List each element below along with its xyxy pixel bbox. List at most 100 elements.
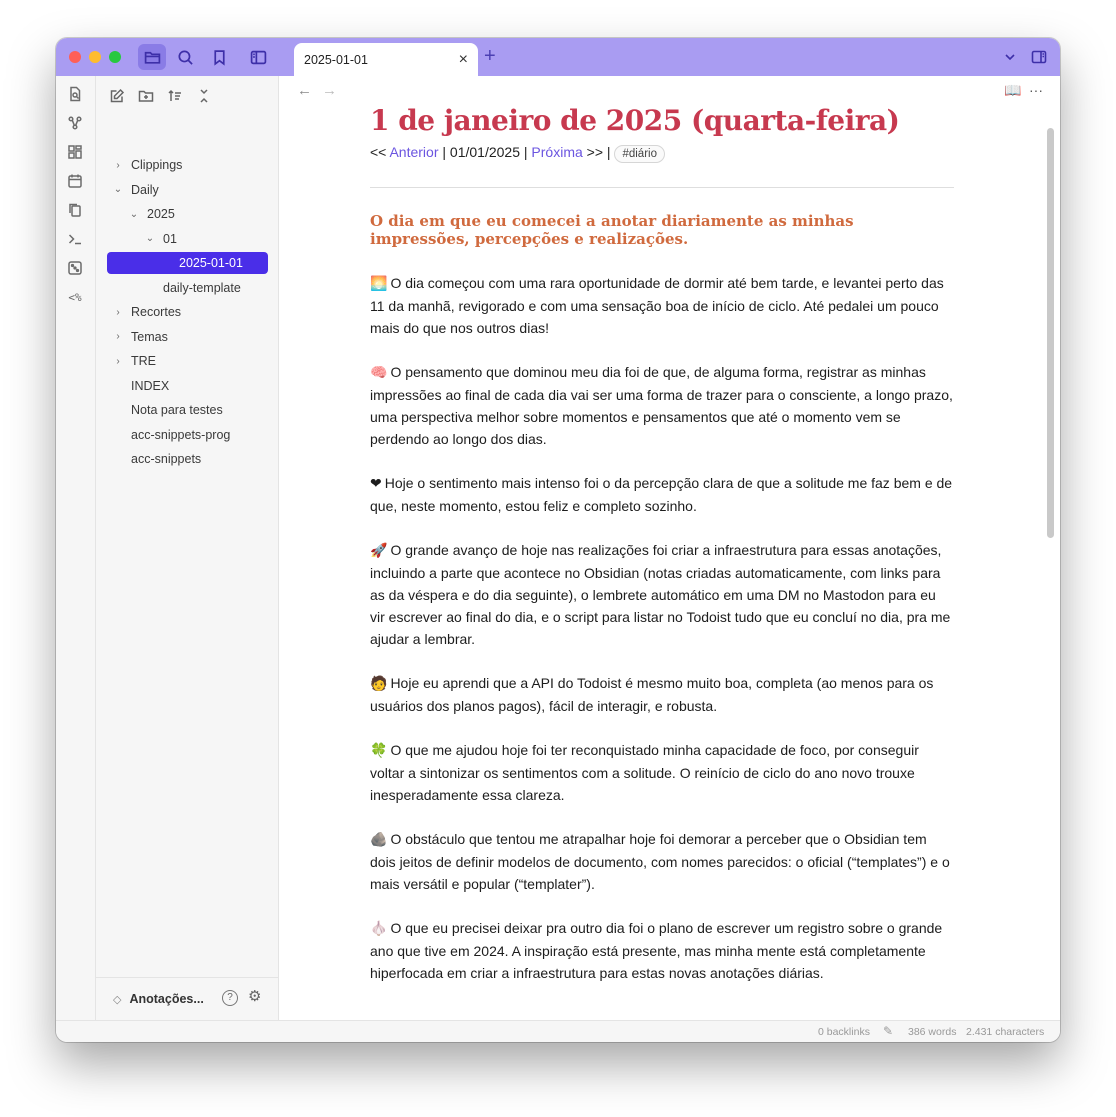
navigate-forward-icon[interactable]: → <box>322 82 337 99</box>
tree-item-label: Temas <box>131 329 168 344</box>
paragraph-text: O que me ajudou hoje foi ter reconquista… <box>370 742 919 803</box>
canvas-icon[interactable] <box>65 142 85 162</box>
tree-item[interactable]: ⌄ 01 <box>143 228 177 250</box>
copy-icon[interactable] <box>65 200 85 220</box>
next-day-link[interactable]: Próxima <box>531 144 582 160</box>
sort-icon[interactable] <box>163 84 187 108</box>
minimize-window-button[interactable] <box>89 51 101 63</box>
status-bar: 0 backlinks ✎ 386 words 2.431 characters <box>56 1020 1060 1042</box>
new-tab-button[interactable]: + <box>484 45 496 67</box>
help-icon[interactable]: ? <box>222 990 238 1006</box>
terminal-icon[interactable] <box>65 229 85 249</box>
close-window-button[interactable] <box>69 51 81 63</box>
tree-item[interactable]: INDEX <box>111 375 169 397</box>
emoji-icon: 🧠 <box>370 365 388 381</box>
new-folder-icon[interactable] <box>134 84 158 108</box>
chevron-right-icon[interactable]: › <box>111 307 125 318</box>
graph-view-icon[interactable] <box>65 113 85 133</box>
note-subheading: O dia em que eu comecei a anotar diariam… <box>370 212 854 248</box>
open-quick-switcher-icon[interactable] <box>65 84 85 104</box>
tree-item[interactable]: › TRE <box>111 350 156 372</box>
tree-item-label: TRE <box>131 354 156 368</box>
chevron-right-icon[interactable]: › <box>111 356 125 367</box>
nav-prefix: << <box>370 144 390 160</box>
nav-suffix: >> | <box>582 144 615 160</box>
daily-note-icon[interactable] <box>65 171 85 191</box>
tree-item[interactable]: acc-snippets <box>111 448 201 470</box>
sidebar-toggle-icon[interactable] <box>244 44 272 70</box>
emoji-icon: 🌅 <box>370 276 388 292</box>
tab-title: 2025-01-01 <box>304 52 368 67</box>
search-icon[interactable] <box>171 44 199 70</box>
tree-item[interactable]: 2025-01-01 <box>107 252 268 274</box>
journal-paragraph: 🚀 O grande avanço de hoje nas realizações… <box>370 539 954 650</box>
journal-paragraph: 🧠 O pensamento que dominou meu dia foi de… <box>370 361 954 450</box>
emoji-icon: 🍀 <box>370 743 388 759</box>
journal-paragraph: ❤ Hoje o sentimento mais intenso foi o da… <box>370 472 954 517</box>
folder-icon[interactable] <box>138 44 166 70</box>
chevron-down-icon[interactable]: ⌄ <box>127 209 141 220</box>
bookmark-icon[interactable] <box>205 44 233 70</box>
chevron-right-icon[interactable]: › <box>111 331 125 342</box>
tree-item[interactable]: › Temas <box>111 326 168 348</box>
scrollbar[interactable] <box>1047 128 1054 538</box>
journal-paragraph: 🧄 O que eu precisei deixar pra outro dia … <box>370 917 954 984</box>
chevron-down-icon[interactable]: ⌄ <box>111 184 125 195</box>
horizontal-rule <box>370 187 954 188</box>
edit-mode-icon[interactable]: ✎ <box>883 1024 893 1038</box>
navigate-back-icon[interactable]: ← <box>297 82 312 99</box>
tree-item[interactable]: Nota para testes <box>111 399 223 421</box>
tree-item-label: Nota para testes <box>131 403 223 417</box>
title-bar: 2025-01-01 × + <box>56 38 1060 76</box>
tree-item[interactable]: › Clippings <box>111 154 182 176</box>
paragraph-text: O dia começou com uma rara oportunidade … <box>370 275 944 336</box>
emoji-icon: ❤ <box>370 476 382 492</box>
tree-item-label: daily-template <box>163 280 241 295</box>
vault-name[interactable]: Anotações... <box>129 992 203 1006</box>
settings-gear-icon[interactable]: ⚙ <box>248 989 261 1005</box>
close-tab-icon[interactable]: × <box>459 51 468 68</box>
previous-day-link[interactable]: Anterior <box>389 144 438 160</box>
tree-item[interactable]: daily-template <box>143 277 241 299</box>
tree-item[interactable]: ⌄ 2025 <box>127 203 175 225</box>
daily-nav-line: << Anterior | 01/01/2025 | Próxima >> | … <box>370 142 954 163</box>
tab-2025-01-01[interactable]: 2025-01-01 × <box>294 43 478 76</box>
note-content[interactable]: 1 de janeiro de 2025 (quarta-feira) << A… <box>370 104 954 1006</box>
tree-item-label: acc-snippets-prog <box>131 427 231 442</box>
backlinks-count[interactable]: 0 backlinks <box>818 1026 870 1038</box>
journal-paragraph: 🌅 O dia começou com uma rara oportunidade… <box>370 272 954 339</box>
more-options-icon[interactable]: ··· <box>1029 82 1043 98</box>
chevron-down-icon[interactable]: ⌄ <box>143 233 157 244</box>
random-note-icon[interactable] <box>65 258 85 278</box>
zoom-window-button[interactable] <box>109 51 121 63</box>
vault-switcher[interactable]: ◇ Anotações... ? ⚙ <box>96 977 278 1020</box>
collapse-all-icon[interactable] <box>192 84 216 108</box>
nav-separator: | <box>438 144 450 160</box>
tree-item-label: 2025-01-01 <box>179 256 243 270</box>
tree-item[interactable]: ⌄ Daily <box>111 179 159 201</box>
reading-view-icon[interactable]: 📖 <box>1004 82 1021 99</box>
tag-diario[interactable]: #diário <box>614 145 665 163</box>
nav-separator: | <box>520 144 532 160</box>
emoji-icon: 🧑 <box>370 676 388 692</box>
paragraph-text: O que eu precisei deixar pra outro dia f… <box>370 920 943 981</box>
new-note-icon[interactable] <box>105 84 129 108</box>
tree-item-label: INDEX <box>131 378 170 393</box>
chevron-down-icon[interactable] <box>997 44 1023 70</box>
journal-paragraph: 🍀 O que me ajudou hoje foi ter reconquist… <box>370 739 954 806</box>
tree-item-label: Clippings <box>131 158 183 172</box>
tree-item[interactable]: › Recortes <box>111 301 181 323</box>
chevron-right-icon[interactable]: › <box>111 160 125 171</box>
tree-item-label: Daily <box>131 182 159 197</box>
current-date: 01/01/2025 <box>449 144 520 160</box>
note-title: 1 de janeiro de 2025 (quarta-feira) <box>370 104 900 137</box>
ribbon: <% <box>56 76 96 1020</box>
tree-item-label: 01 <box>163 231 177 246</box>
paragraph-list: 🌅 O dia começou com uma rara oportunidade… <box>370 272 954 984</box>
vault-switch-icon[interactable]: ◇ <box>113 993 121 1006</box>
templater-icon[interactable]: <% <box>65 287 85 307</box>
emoji-icon: 🧄 <box>370 921 388 937</box>
journal-paragraph: 🧑 Hoje eu aprendi que a API do Todoist é … <box>370 672 954 717</box>
tree-item[interactable]: acc-snippets-prog <box>111 424 230 446</box>
right-sidebar-toggle-icon[interactable] <box>1026 44 1052 70</box>
